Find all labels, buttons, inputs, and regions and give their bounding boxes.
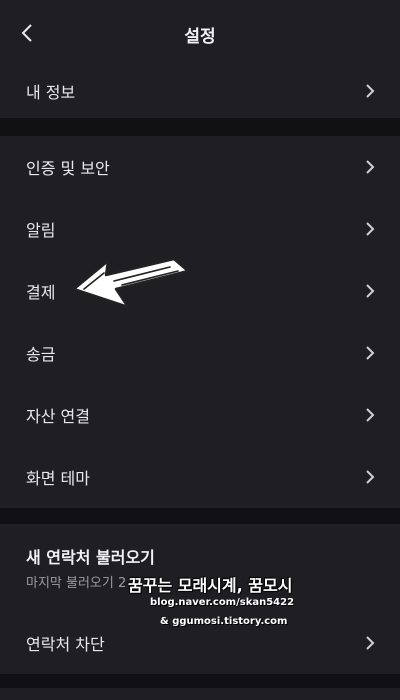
watermark-title: 꿈꾸는 모래시계, 꿈모시 <box>128 576 293 595</box>
screen-theme-row[interactable]: 화면 테마 <box>0 446 400 508</box>
auth-security-label: 인증 및 보안 <box>26 159 110 178</box>
chevron-right-icon <box>366 284 375 298</box>
notifications-row[interactable]: 알림 <box>0 198 400 260</box>
block-contacts-label: 연락처 차단 <box>26 635 105 654</box>
settings-section: 인증 및 보안 알림 결제 송금 자산 연결 화면 테마 <box>0 136 400 508</box>
auth-security-row[interactable]: 인증 및 보안 <box>0 136 400 198</box>
chevron-right-icon <box>366 636 375 650</box>
payment-label: 결제 <box>26 283 56 302</box>
import-contacts-title: 새 연락처 불러오기 <box>26 548 155 567</box>
notifications-label: 알림 <box>26 221 56 240</box>
chevron-right-icon <box>366 84 375 98</box>
payment-row[interactable]: 결제 <box>0 260 400 322</box>
watermark-tistory: & ggumosi.tistory.com <box>160 616 288 627</box>
asset-link-row[interactable]: 자산 연결 <box>0 384 400 446</box>
screen-theme-label: 화면 테마 <box>26 469 90 488</box>
chevron-right-icon <box>366 346 375 360</box>
my-info-label: 내 정보 <box>26 83 76 102</box>
page-title: 설정 <box>184 27 216 47</box>
chevron-right-icon <box>366 160 375 174</box>
my-info-row[interactable]: 내 정보 <box>0 60 400 122</box>
asset-link-label: 자산 연결 <box>26 407 90 426</box>
watermark-blog: blog.naver.com/skan5422 <box>150 597 295 608</box>
transfer-label: 송금 <box>26 345 56 364</box>
chevron-right-icon <box>366 408 375 422</box>
annotation-arrow-icon <box>72 257 190 309</box>
transfer-row[interactable]: 송금 <box>0 322 400 384</box>
chevron-right-icon <box>366 222 375 236</box>
next-section-edge <box>0 688 400 700</box>
chevron-right-icon <box>366 470 375 484</box>
account-section: 내 정보 <box>0 66 400 118</box>
import-contacts-subtitle: 마지막 불러오기 2 <box>26 576 127 591</box>
header: 설정 <box>0 0 400 66</box>
